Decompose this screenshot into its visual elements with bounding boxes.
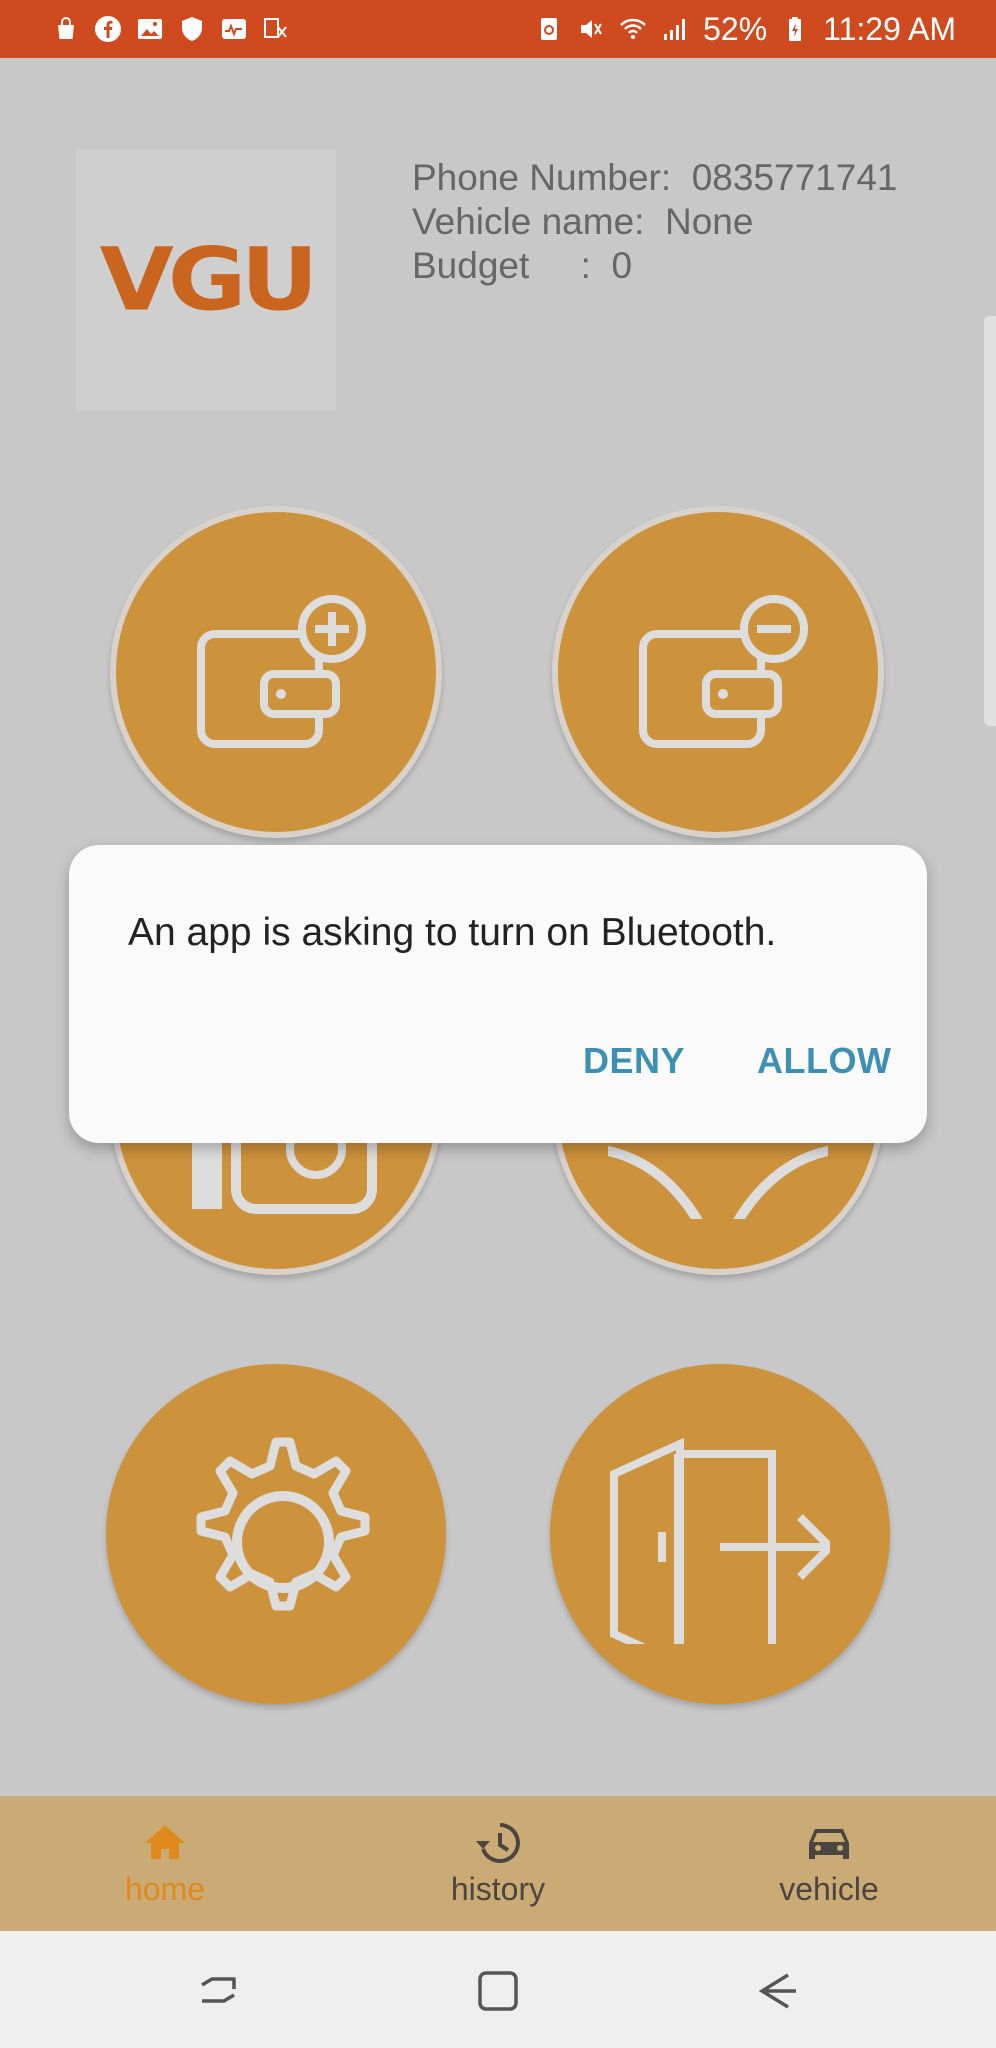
vehicle-row: Vehicle name: None <box>412 200 898 244</box>
battery-icon <box>789 17 802 41</box>
recent-apps-icon[interactable] <box>188 1961 248 2021</box>
wallet-add-icon <box>197 595 366 748</box>
logout-button[interactable] <box>550 1364 890 1704</box>
wallet-remove-icon <box>639 595 808 748</box>
nfc-icon <box>541 18 558 40</box>
activity-icon <box>222 19 246 39</box>
budget-label: Budget : <box>412 245 591 286</box>
budget-value: 0 <box>611 245 633 286</box>
phone-value: 0835771741 <box>691 157 898 198</box>
car-icon <box>809 1829 849 1859</box>
home-button-icon[interactable] <box>468 1961 528 2021</box>
history-icon <box>476 1823 520 1863</box>
status-bar: 52% 11:29 AM <box>0 0 996 58</box>
vehicle-value: None <box>665 201 754 242</box>
nav-home[interactable]: home <box>65 1796 265 1931</box>
mute-icon <box>581 20 602 38</box>
shield-icon <box>182 17 202 41</box>
edge-panel-handle[interactable] <box>984 316 996 726</box>
withdraw-money-button[interactable] <box>552 506 884 838</box>
shopping-bag-icon <box>58 17 74 39</box>
vehicle-label: Vehicle name: <box>412 201 645 242</box>
account-info: Phone Number: 0835771741 Vehicle name: N… <box>412 156 898 288</box>
budget-row: Budget : 0 <box>412 244 898 288</box>
gear-icon <box>196 1437 370 1611</box>
deny-button[interactable]: DENY <box>583 1040 685 1082</box>
logout-door-icon <box>610 1437 830 1644</box>
add-money-button[interactable] <box>110 506 442 838</box>
bluetooth-permission-dialog: An app is asking to turn on Bluetooth. D… <box>69 845 927 1143</box>
phone-row: Phone Number: 0835771741 <box>412 156 898 200</box>
facebook-icon <box>95 16 121 42</box>
dialog-message: An app is asking to turn on Bluetooth. <box>128 911 777 954</box>
nav-history-label: history <box>450 1871 546 1907</box>
system-navigation-bar <box>0 1931 996 2048</box>
phone-label: Phone Number: <box>412 157 672 198</box>
wifi-icon <box>620 18 647 39</box>
app-logo: VGU <box>76 150 336 410</box>
nav-vehicle-label: vehicle <box>779 1871 879 1907</box>
home-icon <box>145 1825 185 1859</box>
settings-button[interactable] <box>106 1364 446 1704</box>
nav-vehicle[interactable]: vehicle <box>729 1796 929 1931</box>
translate-icon <box>264 18 287 38</box>
battery-percent: 52% <box>703 10 768 47</box>
nav-history[interactable]: history <box>398 1796 598 1931</box>
nav-home-label: home <box>124 1871 206 1907</box>
back-icon[interactable] <box>748 1961 808 2021</box>
allow-button[interactable]: ALLOW <box>757 1040 891 1082</box>
bottom-navigation: home history vehicle <box>0 1796 996 1931</box>
logo-text: VGU <box>99 229 318 331</box>
signal-icon <box>664 19 686 40</box>
gallery-icon <box>138 19 162 39</box>
clock: 11:29 AM <box>823 10 956 47</box>
